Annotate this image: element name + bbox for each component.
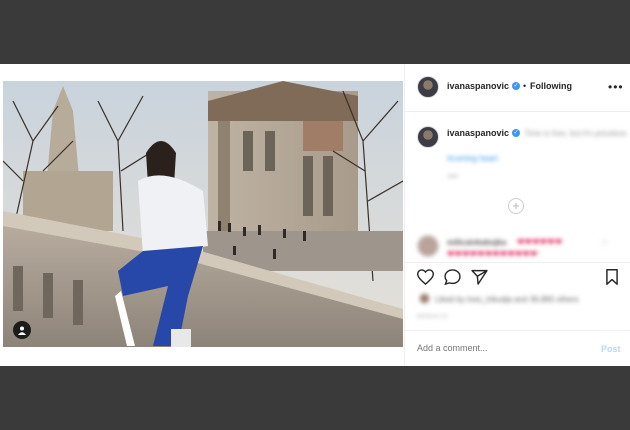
comment-box-divider xyxy=(405,330,630,331)
comment-bubble-icon[interactable] xyxy=(444,269,461,290)
liker-avatar[interactable] xyxy=(419,293,430,304)
post-comment-button[interactable]: Post xyxy=(601,344,621,354)
header-divider xyxy=(405,111,630,112)
comment-avatar[interactable] xyxy=(417,235,439,257)
comment-text-line2: ❤❤❤❤❤❤❤❤❤❤❤❤ xyxy=(447,249,538,259)
comment-text: ❤❤❤❤❤❤ xyxy=(517,237,563,247)
tag-user-icon[interactable] xyxy=(13,321,31,339)
author-avatar[interactable] xyxy=(417,76,439,98)
post-date[interactable]: MARCH 10 xyxy=(417,314,447,320)
load-more-comments-icon[interactable] xyxy=(508,198,524,214)
separator-dot: • xyxy=(523,81,527,91)
caption-text: Time is free, but it's priceless xyxy=(524,129,627,138)
share-paper-plane-icon[interactable] xyxy=(471,269,488,290)
author-username[interactable]: ivanaspanovic xyxy=(447,81,509,91)
comment-username[interactable]: milicaivkabojka xyxy=(447,238,506,247)
save-bookmark-icon[interactable] xyxy=(605,269,619,290)
verified-badge-icon: ✓ xyxy=(512,82,520,90)
post-side-panel: ivanaspanovic ✓ • Following ••• ivanaspa… xyxy=(404,64,630,366)
caption-username[interactable]: ivanaspanovic xyxy=(447,128,509,138)
actions-divider xyxy=(405,262,630,263)
caption-verified-icon: ✓ xyxy=(512,129,520,137)
comment-like-icon[interactable]: ♡ xyxy=(601,239,608,248)
post-photo[interactable] xyxy=(3,81,403,411)
photo-scene xyxy=(3,81,403,347)
caption-time[interactable]: 39w xyxy=(447,174,458,180)
like-heart-icon[interactable] xyxy=(416,269,435,290)
caption-hashtag[interactable]: #coming heart xyxy=(447,154,498,163)
add-comment-input[interactable] xyxy=(417,343,577,353)
likes-count[interactable]: Liked by ines_trikudja and 36,865 others xyxy=(435,295,579,304)
more-options-icon[interactable]: ••• xyxy=(608,80,624,94)
following-button[interactable]: Following xyxy=(530,81,572,91)
caption-avatar[interactable] xyxy=(417,126,439,148)
